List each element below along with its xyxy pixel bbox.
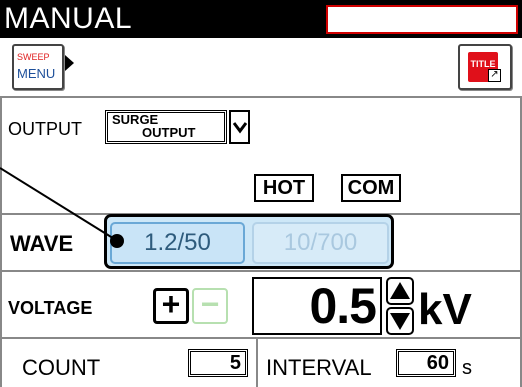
voltage-down-arrow-icon[interactable]	[386, 307, 414, 335]
external-arrow-icon: ↗	[488, 69, 501, 82]
title-text-field[interactable]	[326, 5, 518, 34]
hot-terminal-label: HOT	[254, 174, 314, 202]
interval-label: INTERVAL	[266, 355, 372, 380]
sweep-menu-top-label: SWEEP	[17, 52, 50, 62]
page-title: MANUAL	[4, 2, 133, 35]
output-select-line2: OUTPUT	[142, 125, 196, 140]
sweep-menu-bottom-label: MENU	[17, 66, 56, 81]
voltage-plus-button[interactable]: +	[153, 288, 189, 324]
column-divider	[256, 337, 258, 387]
right-triangle-arrow-icon	[65, 55, 74, 71]
wave-option-1-2-50[interactable]: 1.2/50	[110, 222, 245, 264]
interval-unit: s	[462, 357, 472, 379]
voltage-label: VOLTAGE	[8, 298, 93, 318]
voltage-unit: kV	[418, 285, 472, 334]
title-button[interactable]: TITLE ↗	[458, 44, 512, 90]
voltage-minus-button[interactable]: −	[192, 288, 228, 324]
output-dropdown-button[interactable]	[229, 110, 250, 144]
pointer-dot	[110, 234, 124, 248]
interval-input[interactable]: 60	[396, 349, 456, 377]
title-icon: TITLE ↗	[468, 52, 501, 82]
toolbar	[0, 38, 522, 95]
divider	[0, 270, 522, 272]
count-label: COUNT	[22, 355, 101, 380]
sweep-menu-button[interactable]: SWEEP MENU	[12, 44, 64, 90]
chevron-down-icon	[233, 122, 247, 134]
count-input[interactable]: 5	[188, 349, 248, 377]
wave-option-10-700[interactable]: 10/700	[252, 222, 389, 264]
voltage-value-display[interactable]: 0.5	[252, 277, 382, 335]
output-label: OUTPUT	[8, 119, 82, 139]
output-select[interactable]: SURGE OUTPUT	[105, 110, 227, 144]
voltage-up-arrow-icon[interactable]	[386, 277, 414, 305]
title-icon-label: TITLE	[470, 59, 496, 69]
com-terminal-label: COM	[341, 174, 401, 202]
wave-label: WAVE	[10, 231, 74, 256]
divider	[0, 337, 522, 339]
